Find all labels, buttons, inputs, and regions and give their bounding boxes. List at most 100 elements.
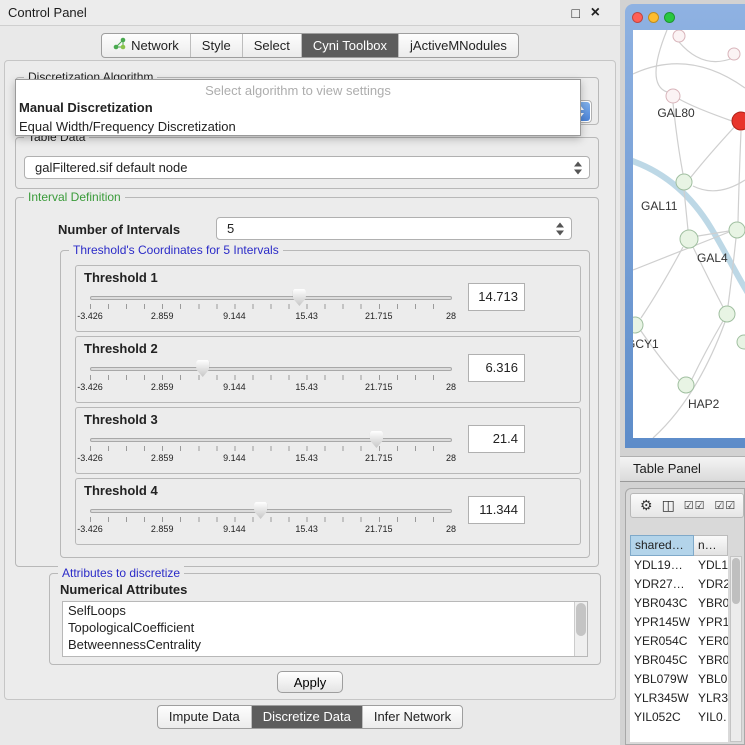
table-cell[interactable]: YPR145W	[630, 613, 694, 632]
network-node[interactable]	[719, 306, 735, 322]
float-window-icon[interactable]: □	[572, 0, 580, 26]
scale-label: 21.715	[365, 382, 393, 392]
table-row[interactable]: YBR043CYBR0…	[630, 594, 728, 613]
table-cell[interactable]: YDL1…	[694, 556, 728, 575]
tab-infer-network[interactable]: Infer Network	[363, 706, 462, 728]
column-header-name[interactable]: n…	[694, 535, 728, 556]
network-node[interactable]	[666, 89, 680, 103]
number-of-intervals-select[interactable]: 5	[216, 217, 572, 240]
table-cell[interactable]: YLR3…	[694, 689, 728, 708]
table-panel-window: ⚙ ◫ ☑☑ ☑☑ shared… n… YDL19…YDL1…YDR27…YD…	[625, 488, 745, 745]
table-cell[interactable]: YBR043C	[630, 594, 694, 613]
threshold-1-value-field[interactable]: 14.713	[468, 283, 525, 311]
threshold-3-value-field[interactable]: 21.4	[468, 425, 525, 453]
tab-label: Cyni Toolbox	[313, 38, 387, 54]
table-cell[interactable]: YDR2…	[694, 575, 728, 594]
table-cell[interactable]: YLR345W	[630, 689, 694, 708]
threshold-4-value-field[interactable]: 11.344	[468, 496, 525, 524]
table-cell[interactable]: YER0…	[694, 632, 728, 651]
table-cell[interactable]: YIL052C	[630, 708, 694, 727]
threshold-3-slider[interactable]: -3.4262.8599.14415.4321.71528	[90, 430, 452, 472]
tab-impute-data[interactable]: Impute Data	[158, 706, 252, 728]
slider-track[interactable]	[90, 438, 452, 442]
dropdown-option-equal-width-frequency[interactable]: Equal Width/Frequency Discretization	[16, 117, 580, 136]
network-node[interactable]	[680, 230, 698, 248]
table-cell[interactable]: YPR1…	[694, 613, 728, 632]
table-cell[interactable]: YBL079W	[630, 670, 694, 689]
interval-definition-label: Interval Definition	[24, 190, 125, 204]
threshold-1-label: Threshold 1	[84, 270, 158, 285]
dropdown-option-manual-discretization[interactable]: Manual Discretization	[16, 98, 580, 117]
network-node[interactable]	[728, 48, 740, 60]
network-node-label: GAL4	[697, 251, 728, 265]
table-row[interactable]: YDL19…YDL1…	[630, 556, 728, 575]
settings-gear-icon[interactable]: ⚙	[640, 497, 653, 514]
table-row[interactable]: YBL079WYBL0…	[630, 670, 728, 689]
numerical-attributes-list[interactable]: SelfLoopsTopologicalCoefficientBetweenne…	[62, 601, 588, 657]
network-node[interactable]	[633, 317, 643, 333]
table-row[interactable]: YDR27…YDR2…	[630, 575, 728, 594]
table-row[interactable]: YER054CYER0…	[630, 632, 728, 651]
tab-select[interactable]: Select	[243, 34, 302, 57]
combo-stepper-icon[interactable]	[555, 222, 565, 235]
table-cell[interactable]: YER054C	[630, 632, 694, 651]
mac-minimize-icon[interactable]	[648, 12, 659, 23]
threshold-2-slider[interactable]: -3.4262.8599.14415.4321.71528	[90, 359, 452, 401]
tab-jactivemnodules[interactable]: jActiveMNodules	[399, 34, 518, 57]
network-node[interactable]	[678, 377, 694, 393]
column-header-shared-name[interactable]: shared…	[630, 535, 694, 556]
scrollbar-thumb[interactable]	[576, 603, 586, 636]
tab-cyni-toolbox[interactable]: Cyni Toolbox	[302, 34, 399, 57]
scrollbar-thumb[interactable]	[732, 558, 740, 604]
threshold-3-group: Threshold 3 -3.4262.8599.14415.4321.7152…	[75, 407, 581, 474]
combo-stepper-icon[interactable]	[573, 161, 583, 174]
table-scrollbar[interactable]	[730, 556, 742, 742]
attribute-list-item[interactable]: BetweennessCentrality	[63, 636, 587, 653]
table-cell[interactable]: YBR045C	[630, 651, 694, 670]
window-traffic-lights	[632, 12, 675, 23]
table-cell[interactable]: YDL19…	[630, 556, 694, 575]
thresholds-list: Threshold 1 -3.4262.8599.14415.4321.7152…	[75, 265, 581, 551]
tab-discretize-data[interactable]: Discretize Data	[252, 706, 363, 728]
table-cell[interactable]: YIL0…	[694, 708, 728, 727]
scale-label: 15.43	[295, 311, 318, 321]
slider-track[interactable]	[90, 367, 452, 371]
table-row[interactable]: YBR045CYBR0…	[630, 651, 728, 670]
table-row[interactable]: YIL052CYIL0…	[630, 708, 728, 727]
mac-close-icon[interactable]	[632, 12, 643, 23]
top-tab-bar: Network Style Select Cyni Toolbox jActiv…	[0, 33, 620, 58]
numerical-attributes-label: Numerical Attributes	[60, 582, 187, 597]
select-rows-icon[interactable]: ☑☑	[715, 499, 737, 512]
network-node[interactable]	[729, 222, 745, 238]
scale-label: 9.144	[223, 453, 246, 463]
attribute-list-item[interactable]: SelfLoops	[63, 602, 587, 619]
threshold-4-slider[interactable]: -3.4262.8599.14415.4321.71528	[90, 501, 452, 543]
table-cell[interactable]: YBR0…	[694, 651, 728, 670]
table-row[interactable]: YPR145WYPR1…	[630, 613, 728, 632]
table-data-select[interactable]: galFiltered.sif default node	[24, 156, 590, 179]
tab-network[interactable]: Network	[102, 34, 191, 57]
select-all-columns-icon[interactable]: ☑☑	[684, 499, 706, 512]
table-row[interactable]: YLR345WYLR3…	[630, 689, 728, 708]
table-cell[interactable]: YBL0…	[694, 670, 728, 689]
table-cell[interactable]: YBR0…	[694, 594, 728, 613]
table-cell[interactable]: YDR27…	[630, 575, 694, 594]
tab-style[interactable]: Style	[191, 34, 243, 57]
apply-button[interactable]: Apply	[277, 671, 343, 693]
slider-track[interactable]	[90, 296, 452, 300]
threshold-1-slider[interactable]: -3.4262.8599.14415.4321.71528	[90, 288, 452, 330]
network-node[interactable]	[737, 335, 745, 349]
network-node[interactable]	[673, 30, 685, 42]
slider-track[interactable]	[90, 509, 452, 513]
interval-definition-group: Interval Definition Number of Intervals …	[15, 197, 599, 567]
list-scrollbar[interactable]	[574, 602, 587, 656]
network-node[interactable]	[676, 174, 692, 190]
close-icon[interactable]: ×	[591, 0, 600, 26]
columns-icon[interactable]: ◫	[662, 497, 675, 514]
network-node[interactable]	[732, 112, 745, 130]
network-canvas[interactable]: GAL80GAL11GAL4GCY1HAP2	[633, 30, 745, 438]
control-panel-window: Control Panel □ × Network	[0, 0, 620, 745]
threshold-2-value-field[interactable]: 6.316	[468, 354, 525, 382]
attribute-list-item[interactable]: TopologicalCoefficient	[63, 619, 587, 636]
mac-zoom-icon[interactable]	[664, 12, 675, 23]
